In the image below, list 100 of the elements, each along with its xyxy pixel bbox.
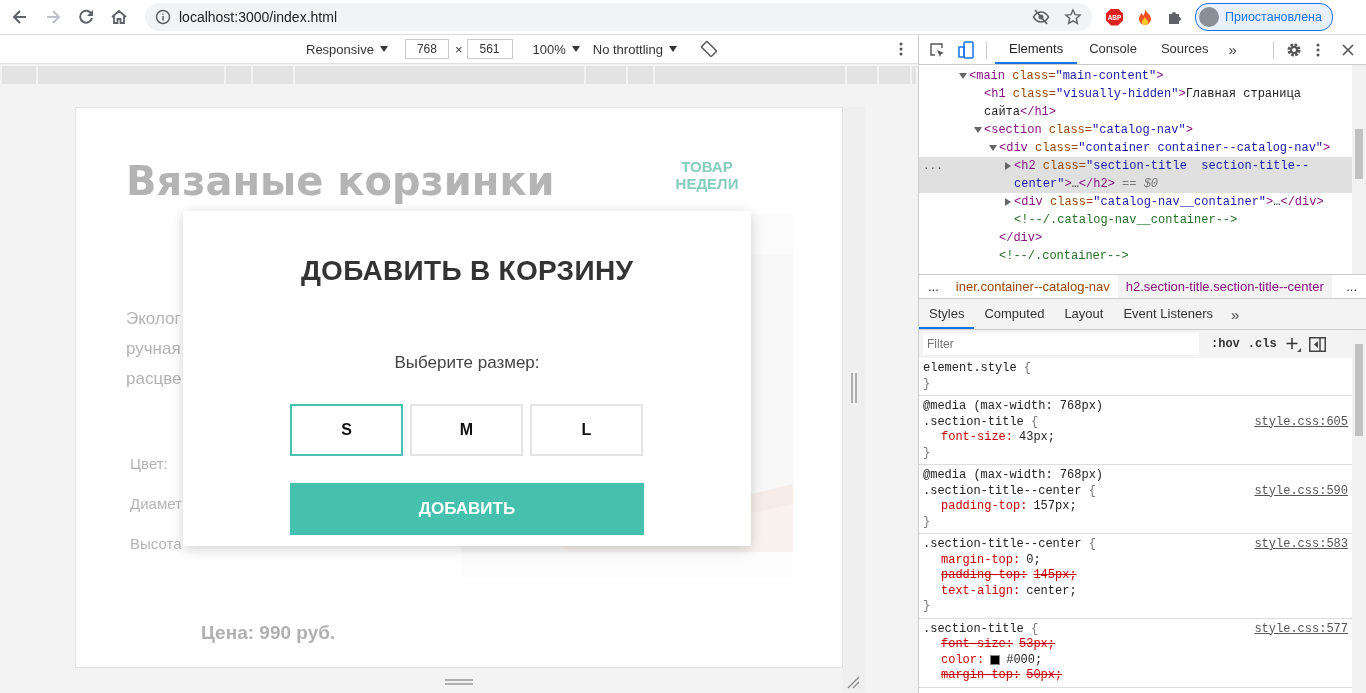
css-property: font-size: <box>941 637 1013 653</box>
css-value: 0; <box>1026 552 1041 568</box>
sidebar-toggle-icon[interactable] <box>1308 336 1326 352</box>
css-property: padding-top: <box>941 499 1028 515</box>
css-selector: .section-title <box>923 621 1024 636</box>
height-field[interactable]: 561 <box>466 39 513 59</box>
dom-tree-row[interactable]: <div class="catalog-nav__container">…</div> <box>919 193 1352 211</box>
throttling-select[interactable]: No throttling <box>592 41 677 57</box>
size-prompt: Выберите размер: <box>393 353 541 373</box>
pane-tab[interactable]: Layout <box>1054 299 1114 329</box>
device-toggle-icon[interactable] <box>958 40 974 59</box>
css-selector: .section-title--center <box>923 483 1082 498</box>
dom-tree-row[interactable]: <h1 class="visually-hidden">Главная страница сайта</h1> <box>919 85 1352 121</box>
brace-text: { <box>1023 361 1032 375</box>
css-value: 157px; <box>1033 499 1077 515</box>
rotate-icon[interactable] <box>700 41 717 57</box>
dom-tree-row[interactable]: </div> <box>919 229 1352 247</box>
price-text: Цена: 990 руб. <box>201 622 337 644</box>
caret-icon <box>379 46 388 52</box>
scrollbar[interactable] <box>1352 330 1366 693</box>
device-preset-select[interactable]: Responsive <box>306 41 388 57</box>
settings-icon[interactable] <box>1286 41 1302 58</box>
size-option[interactable]: L <box>530 404 643 456</box>
dom-tree-row[interactable]: ... <h2 class="section-title section-title--center">…</h2> == $0 <box>919 157 1352 193</box>
reload-icon[interactable] <box>76 7 96 27</box>
dom-node-text: </div> <box>999 230 1044 247</box>
expand-arrow-icon[interactable] <box>974 126 982 134</box>
caret-icon <box>571 46 580 52</box>
size-option[interactable]: S <box>290 404 403 456</box>
expand-arrow-icon[interactable] <box>959 72 967 80</box>
pane-tab[interactable]: Event Listeners <box>1113 299 1224 329</box>
devtools-tab[interactable]: Elements <box>995 35 1078 64</box>
expand-arrow-icon[interactable] <box>1004 198 1012 206</box>
flame-icon[interactable] <box>1137 8 1153 26</box>
close-icon[interactable] <box>1342 43 1354 56</box>
brace-text: } <box>923 445 931 461</box>
resize-handle-icon[interactable] <box>850 373 858 403</box>
description-line: Эколог <box>126 308 182 330</box>
css-property: font-size: <box>941 430 1013 446</box>
caret-icon <box>668 46 677 52</box>
spec-label: Высота <box>130 534 183 554</box>
css-selector: .section-title--center <box>923 537 1082 551</box>
resize-corner-icon[interactable] <box>846 675 860 689</box>
hov-toggle[interactable]: :hov <box>1211 337 1240 351</box>
expand-arrow-icon[interactable] <box>1004 162 1012 170</box>
breadcrumb[interactable]: h2.section-title.section-title--center <box>1117 275 1332 298</box>
pane-tab[interactable]: Computed <box>974 299 1055 329</box>
css-selector: element.style <box>923 361 1017 375</box>
row-menu-dots[interactable]: ... <box>923 157 943 175</box>
dom-node-text: <!--/.container--> <box>999 248 1130 265</box>
source-link[interactable]: style.css:577 <box>1254 621 1348 637</box>
cls-toggle[interactable]: .cls <box>1247 337 1277 351</box>
source-link[interactable]: style.css:590 <box>1254 483 1348 499</box>
devtools-tab[interactable]: Console <box>1077 35 1149 64</box>
source-link[interactable]: style.css:605 <box>1254 414 1348 430</box>
page-heading: Вязаные корзинки <box>126 158 556 204</box>
more-options-icon[interactable] <box>898 42 903 56</box>
dom-tree-row[interactable]: <div class="container container--catalog-nav"> <box>919 139 1352 157</box>
scrollbar[interactable] <box>1352 65 1366 274</box>
brace-text: } <box>923 514 931 530</box>
dom-node-text: <div class="container container--catalog-nav"> <box>999 140 1332 157</box>
dom-tree-row[interactable]: <!--/.catalog-nav__container--> <box>919 211 1352 229</box>
home-icon[interactable] <box>109 7 129 27</box>
dom-node-text: <section class="catalog-nav"> <box>984 122 1194 139</box>
puzzle-icon[interactable] <box>1167 9 1183 25</box>
eye-off-icon[interactable] <box>1032 8 1050 26</box>
address-bar[interactable]: localhost:3000/index.html <box>145 3 1092 31</box>
dom-tree-row[interactable]: <!--/.container--> <box>919 247 1352 265</box>
more-tabs-button[interactable]: » <box>1220 41 1245 58</box>
expand-arrow-icon[interactable] <box>989 144 997 152</box>
brace-text: { <box>1031 621 1039 636</box>
source-link[interactable]: style.css:583 <box>1254 537 1348 553</box>
spec-label: Цвет: <box>130 454 169 474</box>
css-property: padding-top: <box>941 568 1028 584</box>
product-of-week-label: ТОВАР НЕДЕЛИ <box>674 158 740 192</box>
inspect-icon[interactable] <box>929 41 945 58</box>
dialog-title: ДОБАВИТЬ В КОРЗИНУ <box>299 255 635 287</box>
width-field[interactable]: 768 <box>404 39 449 59</box>
dom-node-text: <main class="main-content"> <box>969 68 1165 85</box>
more-tabs-button[interactable]: » <box>1223 305 1248 323</box>
css-property: margin-top: <box>941 552 1021 568</box>
dom-tree-row[interactable]: <main class="main-content"> <box>919 67 1352 85</box>
brace-text: { <box>1088 483 1096 498</box>
zoom-select[interactable]: 100% <box>532 41 580 57</box>
star-icon[interactable] <box>1064 8 1082 26</box>
media-query-text: @media (max-width: 768px) <box>923 399 1104 415</box>
filter-field[interactable]: Filter <box>923 333 1199 355</box>
size-option[interactable]: M <box>410 404 523 456</box>
brace-text: { <box>1031 414 1039 429</box>
css-value: 53px; <box>1019 637 1056 653</box>
color-swatch-icon[interactable] <box>990 655 1001 666</box>
add-rule-icon[interactable] <box>1284 336 1301 352</box>
devtools-tab[interactable]: Sources <box>1148 35 1221 64</box>
info-icon[interactable] <box>155 9 171 25</box>
more-options-icon[interactable] <box>1316 42 1320 57</box>
profile-button[interactable]: Приостановлена <box>1195 3 1333 31</box>
css-value: 43px; <box>1019 430 1056 446</box>
resize-handle-icon[interactable] <box>445 679 473 685</box>
dom-tree-row[interactable]: <section class="catalog-nav"> <box>919 121 1352 139</box>
avatar-icon <box>1199 7 1219 27</box>
